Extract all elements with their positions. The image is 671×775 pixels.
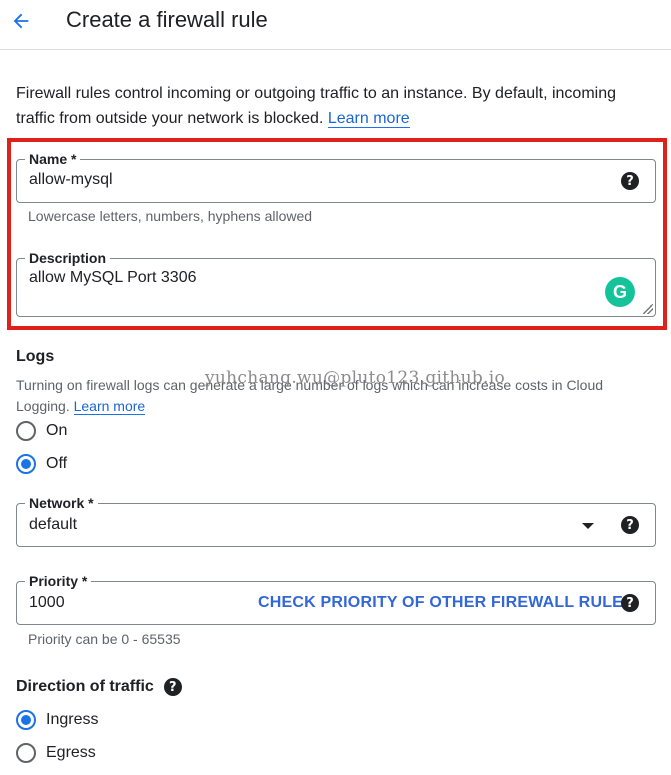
help-icon[interactable]: ? — [621, 594, 639, 612]
direction-radio-egress[interactable]: Egress — [16, 742, 96, 764]
radio-checked-icon[interactable] — [16, 454, 36, 474]
priority-field[interactable]: Priority * 1000 CHECK PRIORITY OF OTHER … — [16, 572, 656, 625]
logs-radio-on[interactable]: On — [16, 420, 67, 442]
intro-body: Firewall rules control incoming or outgo… — [16, 85, 617, 127]
name-hint: Lowercase letters, numbers, hyphens allo… — [28, 208, 313, 224]
network-select[interactable]: Network * default ? — [16, 494, 656, 547]
name-field[interactable]: Name * allow-mysql ? — [16, 150, 656, 203]
priority-hint: Priority can be 0 - 65535 — [28, 631, 181, 647]
logs-learn-more-link[interactable]: Learn more — [73, 398, 146, 415]
radio-unchecked-icon[interactable] — [16, 421, 36, 441]
description-field-value[interactable]: allow MySQL Port 3306 — [29, 269, 196, 287]
logs-on-label: On — [46, 422, 68, 439]
help-icon[interactable]: ? — [621, 516, 639, 534]
page-header: Create a firewall rule — [0, 0, 671, 50]
grammarly-icon[interactable]: G — [605, 277, 635, 307]
name-field-value[interactable]: allow-mysql — [29, 171, 113, 189]
dropdown-arrow-icon[interactable] — [582, 523, 594, 529]
watermark: yuhchang.wu@pluto123.github.io — [205, 368, 506, 388]
direction-title: Direction of traffic — [16, 678, 154, 695]
direction-title-row: Direction of traffic ? — [16, 678, 182, 696]
arrow-left-icon — [13, 13, 29, 29]
intro-text: Firewall rules control incoming or outgo… — [16, 81, 656, 131]
logs-radio-off[interactable]: Off — [16, 453, 67, 475]
description-field[interactable]: Description allow MySQL Port 3306 G — [16, 249, 656, 317]
radio-checked-icon[interactable] — [16, 710, 36, 730]
logs-off-label: Off — [46, 455, 68, 472]
help-icon[interactable]: ? — [621, 172, 639, 190]
priority-field-label: Priority * — [25, 572, 92, 590]
resize-handle-icon[interactable] — [643, 304, 653, 314]
network-field-label: Network * — [25, 494, 98, 512]
back-button[interactable] — [6, 6, 36, 36]
intro-learn-more-link[interactable]: Learn more — [327, 110, 410, 128]
direction-radio-ingress[interactable]: Ingress — [16, 709, 98, 731]
check-priority-link[interactable]: CHECK PRIORITY OF OTHER FIREWALL RULES — [258, 594, 634, 612]
radio-unchecked-icon[interactable] — [16, 743, 36, 763]
page-title: Create a firewall rule — [66, 7, 268, 32]
name-field-label: Name * — [25, 150, 81, 168]
ingress-label: Ingress — [46, 711, 99, 728]
priority-field-value[interactable]: 1000 — [29, 594, 65, 612]
logs-title: Logs — [16, 348, 55, 365]
network-field-value[interactable]: default — [29, 516, 77, 534]
egress-label: Egress — [46, 744, 96, 761]
help-icon[interactable]: ? — [163, 678, 182, 696]
description-field-label: Description — [25, 249, 111, 267]
